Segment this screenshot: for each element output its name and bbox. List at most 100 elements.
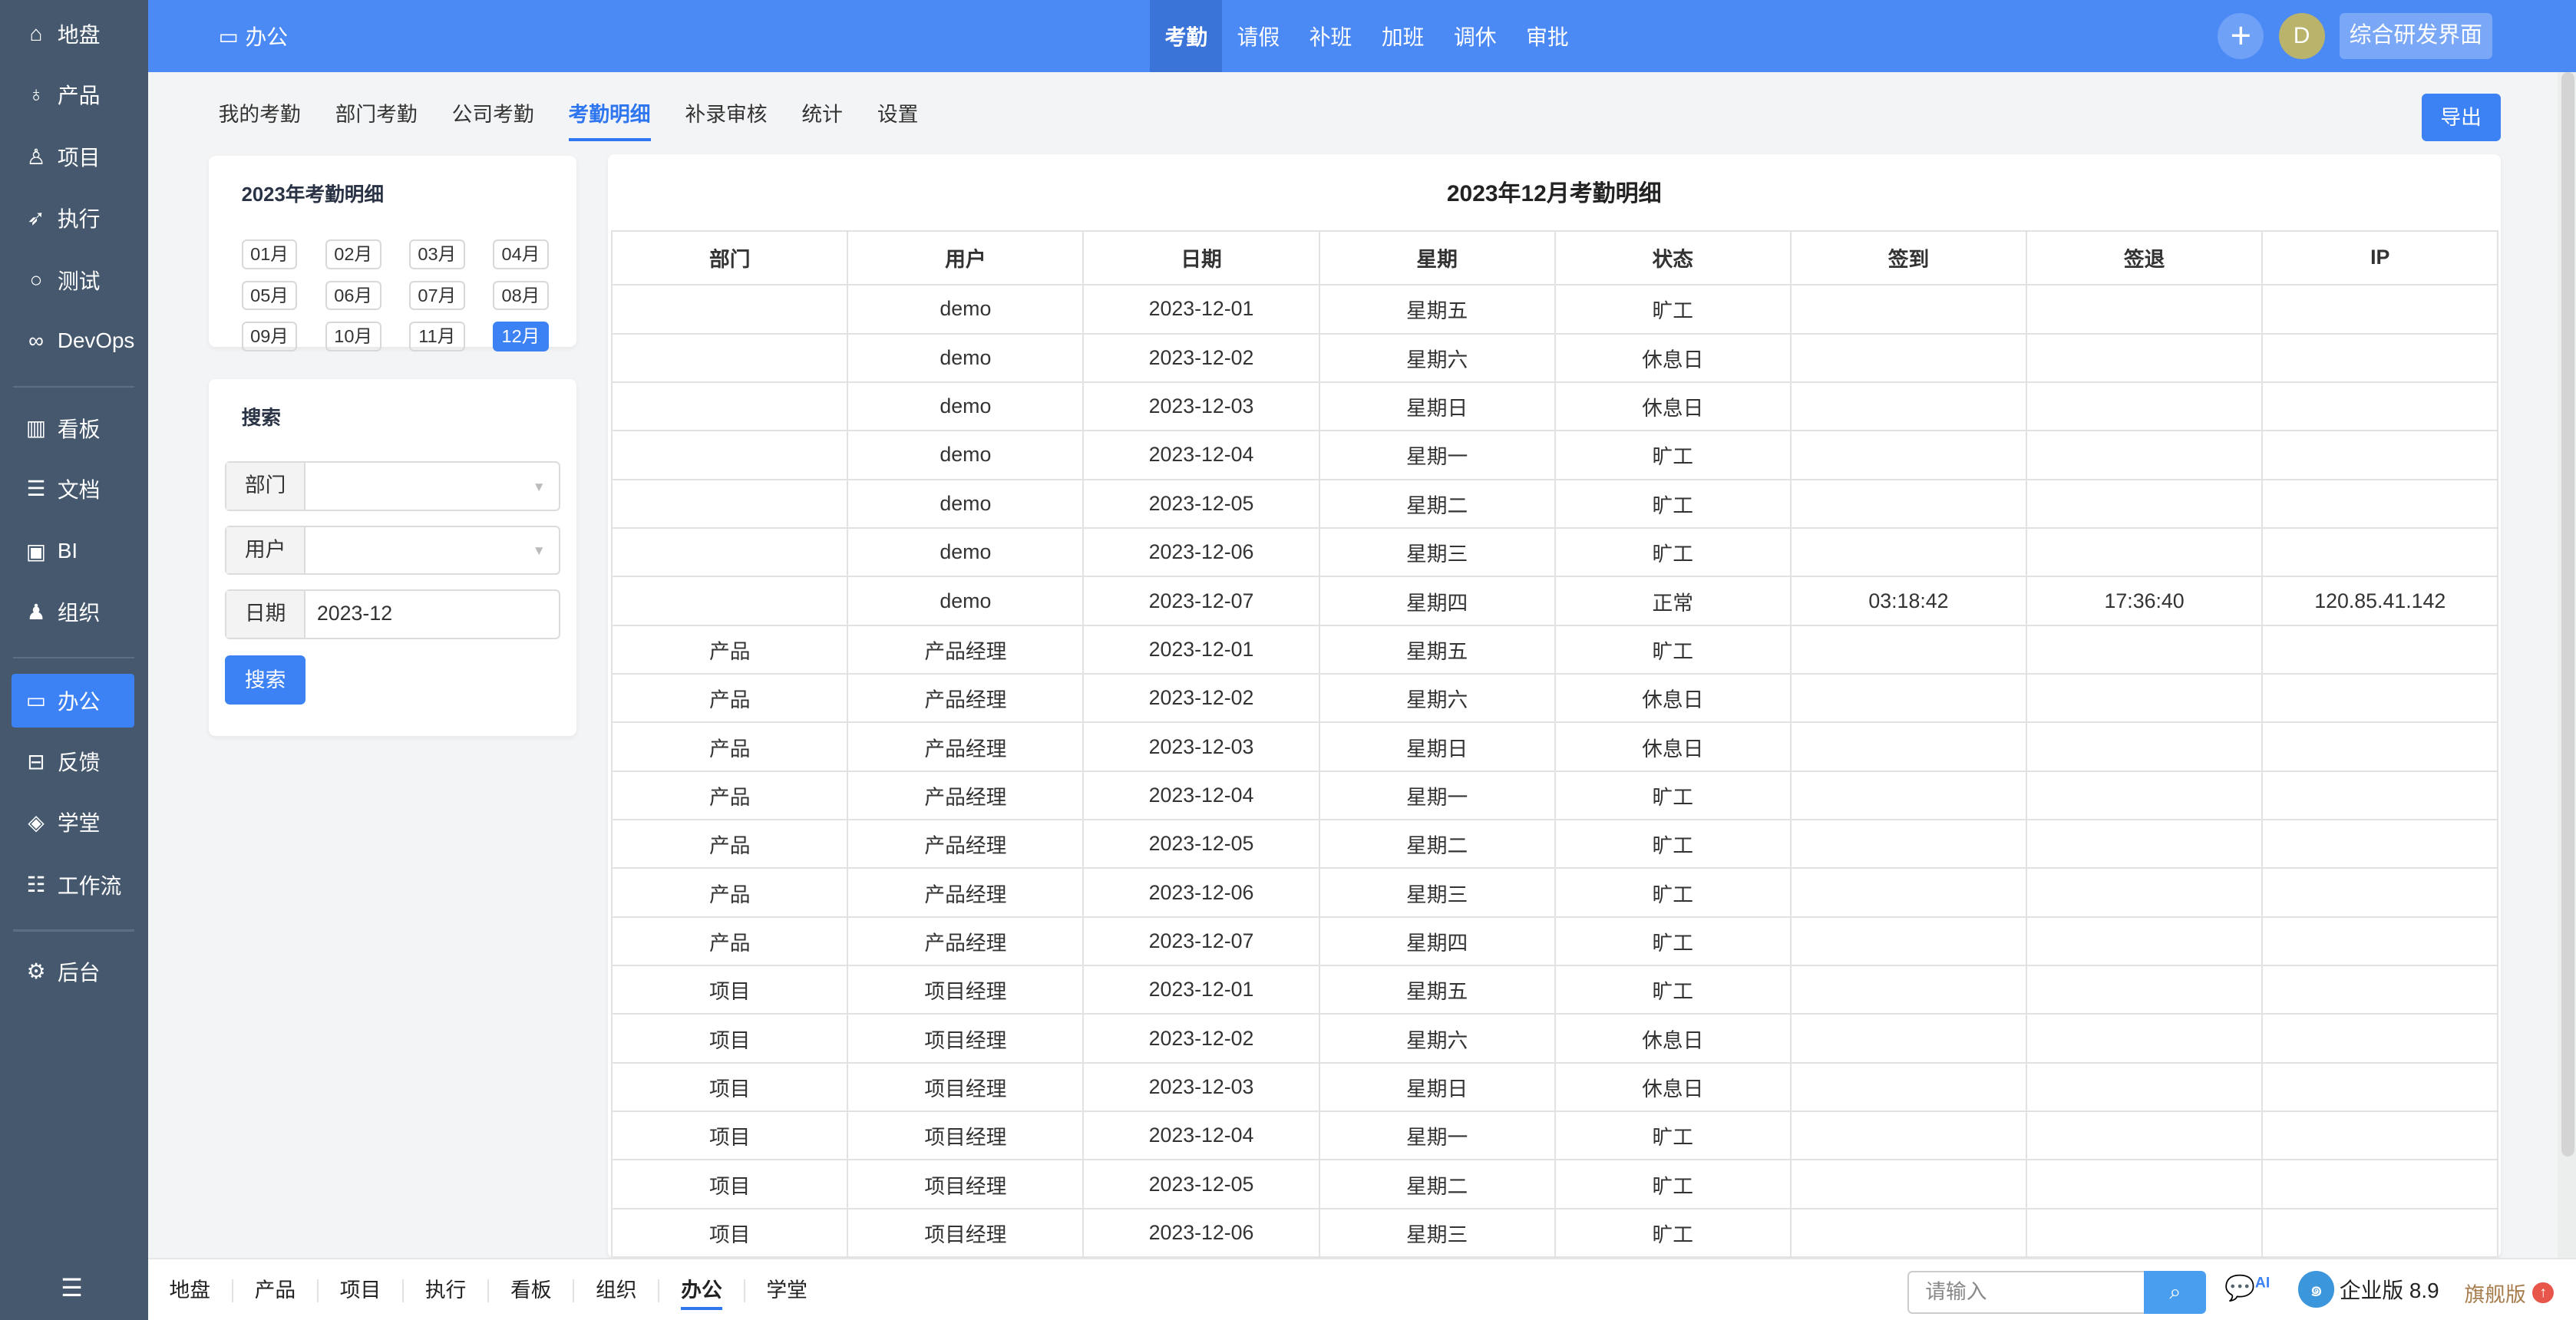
- table-cell: 正常: [1554, 576, 1792, 626]
- table-cell: [611, 478, 849, 529]
- table-cell: 2023-12-01: [1082, 624, 1320, 675]
- sidebar-item-4[interactable]: ○ 测试: [12, 253, 135, 308]
- bottom-tab-7[interactable]: 学堂: [745, 1279, 829, 1302]
- oa-icon: ▭: [218, 24, 239, 48]
- menu-toggle-icon[interactable]: ☰: [61, 1273, 83, 1302]
- table-cell: [1789, 284, 2028, 335]
- table-row: 产品 产品经理 2023-12-05 星期二 旷工: [611, 819, 2499, 870]
- sidebar-item-10[interactable]: ▭ 办公: [11, 673, 135, 728]
- sidebar-item-12[interactable]: ◈ 学堂: [12, 795, 135, 850]
- table-cell: 2023-12-04: [1082, 430, 1320, 480]
- sidebar-item-7[interactable]: ☰ 文档: [12, 461, 135, 516]
- bottom-tab-3[interactable]: 执行: [404, 1279, 490, 1303]
- bottom-tab-1[interactable]: 产品: [233, 1279, 319, 1303]
- dept-select[interactable]: 部门 ▼: [225, 461, 560, 511]
- month-button[interactable]: 01月: [241, 239, 298, 269]
- sidebar-item-label: BI: [57, 539, 78, 563]
- sidebar-item-label: 执行: [57, 206, 101, 231]
- month-button[interactable]: 12月: [493, 322, 549, 351]
- bottom-tab-6[interactable]: 办公: [659, 1279, 745, 1310]
- sidebar-item-14[interactable]: ⚙ 后台: [12, 945, 135, 999]
- top-tab-2[interactable]: 补班: [1294, 0, 1366, 72]
- month-button[interactable]: 04月: [493, 239, 549, 269]
- table-cell: 项目: [611, 1061, 849, 1113]
- sidebar-item-label: 工作流: [57, 873, 122, 898]
- workspace-button[interactable]: 综合研发界面: [2339, 13, 2492, 60]
- chat-bubble-icon: 💬: [2224, 1273, 2255, 1302]
- top-tab-0[interactable]: 考勤: [1150, 0, 1223, 73]
- sidebar-item-3[interactable]: ➶ 执行: [12, 190, 135, 245]
- bottom-tab-5[interactable]: 组织: [574, 1279, 660, 1303]
- table-cell: [2261, 478, 2499, 529]
- table-cell: [2026, 1061, 2264, 1113]
- date-field[interactable]: 日期 2023-12: [225, 589, 560, 639]
- month-button[interactable]: 03月: [408, 239, 465, 269]
- sidebar-item-1[interactable]: ♁ 产品: [12, 68, 135, 122]
- subtab-0[interactable]: 我的考勤: [219, 92, 301, 141]
- table-cell: [2026, 526, 2264, 578]
- search-icon[interactable]: ⌕: [2144, 1271, 2207, 1315]
- table-cell: [2026, 1013, 2264, 1064]
- table-cell: 星期三: [1318, 867, 1556, 918]
- table-cell: 2023-12-07: [1082, 916, 1320, 967]
- month-button[interactable]: 05月: [241, 280, 298, 311]
- create-button[interactable]: +: [2218, 13, 2264, 60]
- sidebar-item-8[interactable]: ▣ BI: [12, 524, 135, 579]
- app-title: ▭ 办公: [218, 24, 289, 50]
- upgrade-flagship-link[interactable]: 旗舰版 ↑: [2464, 1278, 2555, 1308]
- table-cell: 产品经理: [847, 819, 1085, 870]
- sidebar-item-9[interactable]: ♟ 组织: [12, 585, 135, 639]
- month-button[interactable]: 06月: [325, 280, 381, 311]
- table-row: 项目 项目经理 2023-12-05 星期二 旷工: [611, 1159, 2499, 1209]
- month-button[interactable]: 10月: [325, 322, 381, 351]
- table-cell: [2026, 624, 2264, 675]
- bottom-tab-0[interactable]: 地盘: [148, 1279, 233, 1303]
- top-tab-4[interactable]: 调休: [1439, 0, 1511, 72]
- subtab-5[interactable]: 统计: [801, 92, 843, 141]
- top-tab-1[interactable]: 请假: [1222, 0, 1294, 72]
- sidebar-item-5[interactable]: ∞ DevOps: [12, 314, 135, 368]
- home-icon: ⌂: [29, 21, 43, 45]
- user-select[interactable]: 用户 ▼: [225, 525, 560, 576]
- sidebar-item-2[interactable]: ♙ 项目: [12, 130, 135, 184]
- bottom-tab-2[interactable]: 项目: [319, 1279, 405, 1303]
- table-row: 产品 产品经理 2023-12-04 星期一 旷工: [611, 770, 2499, 821]
- subtab-6[interactable]: 设置: [877, 92, 919, 141]
- subtab-4[interactable]: 补录审核: [685, 92, 767, 141]
- export-button[interactable]: 导出: [2421, 93, 2501, 142]
- lightbulb-icon: ♁: [28, 82, 45, 107]
- table-cell: demo: [847, 526, 1085, 578]
- table-cell: 120.85.41.142: [2261, 576, 2499, 626]
- table-cell: 产品经理: [847, 673, 1085, 724]
- bottom-tab-label: 办公: [681, 1279, 722, 1310]
- edition-info[interactable]: ๑企业版 8.9: [2298, 1271, 2439, 1308]
- table-cell: 休息日: [1554, 721, 1792, 772]
- subtab-1[interactable]: 部门考勤: [335, 92, 418, 141]
- month-button[interactable]: 11月: [408, 322, 465, 351]
- month-button[interactable]: 07月: [408, 280, 465, 311]
- table-cell: 项目经理: [847, 1110, 1085, 1161]
- search-button[interactable]: 搜索: [225, 655, 306, 705]
- subtab-3[interactable]: 考勤明细: [568, 92, 651, 142]
- table-cell: [2261, 965, 2499, 1015]
- sidebar-item-11[interactable]: ⊟ 反馈: [12, 734, 135, 789]
- table-cell: 产品: [611, 624, 849, 675]
- ai-chat-button[interactable]: 💬AI: [2224, 1273, 2270, 1302]
- month-button[interactable]: 02月: [325, 239, 381, 269]
- table-cell: 03:18:42: [1789, 576, 2028, 626]
- avatar[interactable]: D: [2278, 13, 2325, 60]
- top-tab-5[interactable]: 审批: [1511, 0, 1584, 72]
- table-cell: 星期五: [1318, 624, 1556, 675]
- subtab-2[interactable]: 公司考勤: [452, 92, 534, 141]
- scrollbar-thumb[interactable]: [2561, 72, 2574, 1157]
- global-search-input[interactable]: 请输入: [1907, 1271, 2146, 1315]
- table-row: 产品 产品经理 2023-12-03 星期日 休息日: [611, 721, 2499, 772]
- sidebar-item-13[interactable]: ☷ 工作流: [12, 857, 135, 912]
- sidebar-item-0[interactable]: ⌂ 地盘: [12, 7, 135, 61]
- top-tab-3[interactable]: 加班: [1367, 0, 1439, 72]
- bottom-tab-4[interactable]: 看板: [489, 1279, 575, 1303]
- sidebar-item-6[interactable]: ▥ 看板: [12, 401, 135, 455]
- table-cell: [1789, 867, 2028, 918]
- month-button[interactable]: 08月: [493, 280, 549, 311]
- month-button[interactable]: 09月: [241, 322, 298, 351]
